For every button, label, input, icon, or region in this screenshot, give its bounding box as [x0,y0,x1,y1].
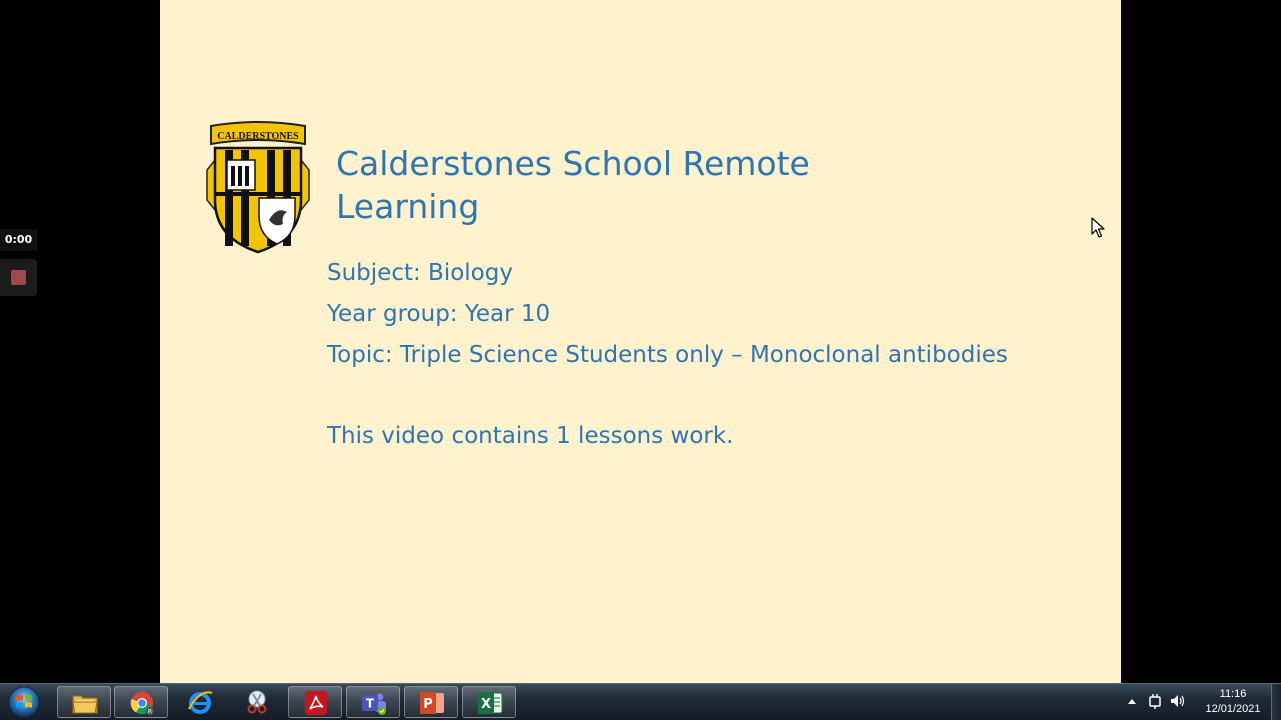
clock-date: 12/01/2021 [1205,703,1261,715]
subject-line: Subject: Biology [327,260,513,286]
taskbar-explorer-button[interactable] [57,686,111,718]
stop-icon [11,270,26,285]
topic-line: Topic: Triple Science Students only – Mo… [327,342,1008,368]
start-button[interactable] [4,685,44,719]
ie-icon [188,691,213,714]
taskbar-teams-button[interactable]: T [346,686,400,718]
svg-text:CALDERSTONES: CALDERSTONES [217,131,299,142]
taskbar-powerpoint-button[interactable]: P [404,686,458,718]
taskbar-snipping-tool-button[interactable] [230,686,284,718]
scissors-icon [247,690,267,714]
slide-title: Calderstones School Remote Learning [336,144,810,226]
lesson-count-note: This video contains 1 lessons work. [327,423,734,449]
svg-text:T: T [366,697,375,711]
mouse-cursor-icon [1091,217,1105,238]
chrome-icon: R [130,692,154,716]
folder-icon [72,695,98,714]
volume-icon[interactable] [1169,693,1185,709]
svg-text:R: R [148,709,152,716]
taskbar-ie-button[interactable] [173,686,227,718]
school-crest-logo: CALDERSTONES [206,121,310,254]
show-hidden-icons-icon[interactable] [1128,698,1136,704]
show-desktop-button[interactable] [1271,684,1281,720]
svg-text:P: P [423,697,433,712]
taskbar-excel-button[interactable]: X [462,686,516,718]
acrobat-icon [305,691,327,715]
power-plug-icon[interactable] [1147,693,1163,709]
screen: CALDERSTONES Calderstones School Remote … [0,0,1281,720]
svg-text:X: X [481,697,491,712]
year-group-line: Year group: Year 10 [327,301,551,327]
presentation-slide: CALDERSTONES Calderstones School Remote … [160,0,1121,683]
taskbar-chrome-button[interactable]: R [114,686,168,718]
teams-icon: T [362,693,386,715]
stop-recording-button[interactable] [0,259,37,296]
clock-time: 11:16 [1219,688,1247,700]
taskbar-clock[interactable]: 11:16 12/01/2021 [1200,687,1266,717]
system-tray: 11:16 12/01/2021 [1122,684,1281,720]
powerpoint-icon: P [420,692,444,714]
taskbar-acrobat-button[interactable] [288,686,342,718]
recording-timer: 0:00 [0,229,37,251]
taskbar: R T P X 11:16 12/01/2021 [0,683,1281,720]
excel-icon: X [478,692,503,714]
